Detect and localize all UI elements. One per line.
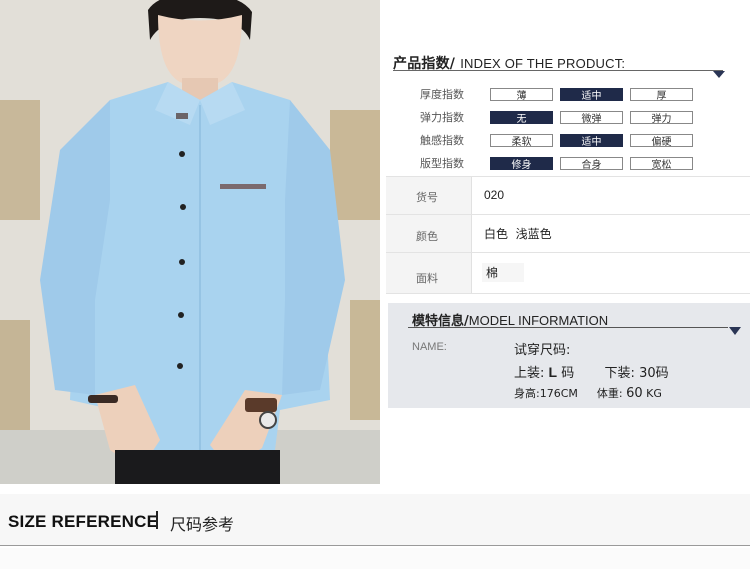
spec-value: 白色 浅蓝色	[484, 227, 552, 241]
model-name-label: NAME:	[412, 341, 447, 353]
index-option: 无	[490, 110, 553, 125]
weight-unit: KG	[646, 387, 662, 400]
model-sizes: 上装: L 码 下装: 30码	[514, 362, 669, 381]
index-option: 修身	[490, 156, 553, 171]
size-reference-bar: SIZE REFERENCE 尺码参考	[0, 494, 750, 546]
index-option: 薄	[490, 87, 553, 102]
model-info-title-en: MODEL INFORMATION	[468, 313, 609, 328]
index-option: 宽松	[630, 156, 693, 171]
spec-table: 货号 020 颜色 白色 浅蓝色 面料 棉	[386, 176, 750, 294]
spec-row-item-no: 货号 020	[386, 177, 750, 215]
index-label: 触感指数	[420, 134, 464, 147]
index-option: 适中	[560, 133, 623, 148]
triangle-down-icon	[713, 71, 725, 78]
model-height: 身高:176CM	[514, 387, 578, 400]
bottom-size: 30码	[639, 366, 669, 381]
spec-key: 货号	[416, 191, 438, 204]
weight-value: 60	[626, 386, 643, 401]
spec-row-fabric: 面料 棉	[386, 253, 750, 295]
index-option: 厚	[630, 87, 693, 102]
model-photo-illustration	[0, 0, 380, 484]
index-row-thickness: 厚度指数 薄 适中 厚	[420, 86, 700, 102]
product-index-divider	[393, 70, 723, 71]
spec-value: 020	[484, 188, 505, 202]
spec-value: 棉	[482, 263, 525, 282]
index-option: 微弹	[560, 110, 623, 125]
spec-key: 颜色	[416, 230, 438, 243]
index-row-touch: 触感指数 柔软 适中 偏硬	[420, 132, 700, 148]
index-label: 弹力指数	[420, 111, 464, 124]
index-label: 厚度指数	[420, 88, 464, 101]
model-info-box: 模特信息/MODEL INFORMATION NAME: 试穿尺码: 上装: L…	[388, 303, 750, 408]
spec-key: 面料	[416, 272, 438, 285]
index-option: 偏硬	[630, 133, 693, 148]
size-reference-title-cn: 尺码参考	[170, 515, 235, 534]
index-option: 弹力	[630, 110, 693, 125]
size-reference-title-en: SIZE REFERENCE	[8, 512, 159, 531]
model-info-divider	[408, 327, 728, 328]
index-row-elasticity: 弹力指数 无 微弹 弹力	[420, 109, 700, 125]
index-option: 适中	[560, 87, 623, 102]
weight-label: 体重:	[596, 387, 623, 400]
index-row-fit: 版型指数 修身 合身 宽松	[420, 155, 700, 171]
product-index-title-en: INDEX OF THE PRODUCT:	[460, 56, 626, 71]
index-label: 版型指数	[420, 157, 464, 170]
size-reference-separator	[156, 511, 158, 529]
top-label: 上装:	[514, 366, 545, 381]
footer-strip	[0, 548, 750, 569]
triangle-down-icon	[729, 327, 741, 335]
top-unit: 码	[561, 366, 575, 381]
bottom-label: 下装:	[604, 366, 635, 381]
top-size: L	[548, 364, 558, 380]
model-measurements: 身高:176CM 体重: 60 KG	[514, 385, 662, 401]
index-option: 柔软	[490, 133, 553, 148]
spec-row-color: 颜色 白色 浅蓝色	[386, 215, 750, 253]
index-option: 合身	[560, 156, 623, 171]
product-photo	[0, 0, 380, 484]
model-try-size: 试穿尺码:	[514, 343, 571, 358]
